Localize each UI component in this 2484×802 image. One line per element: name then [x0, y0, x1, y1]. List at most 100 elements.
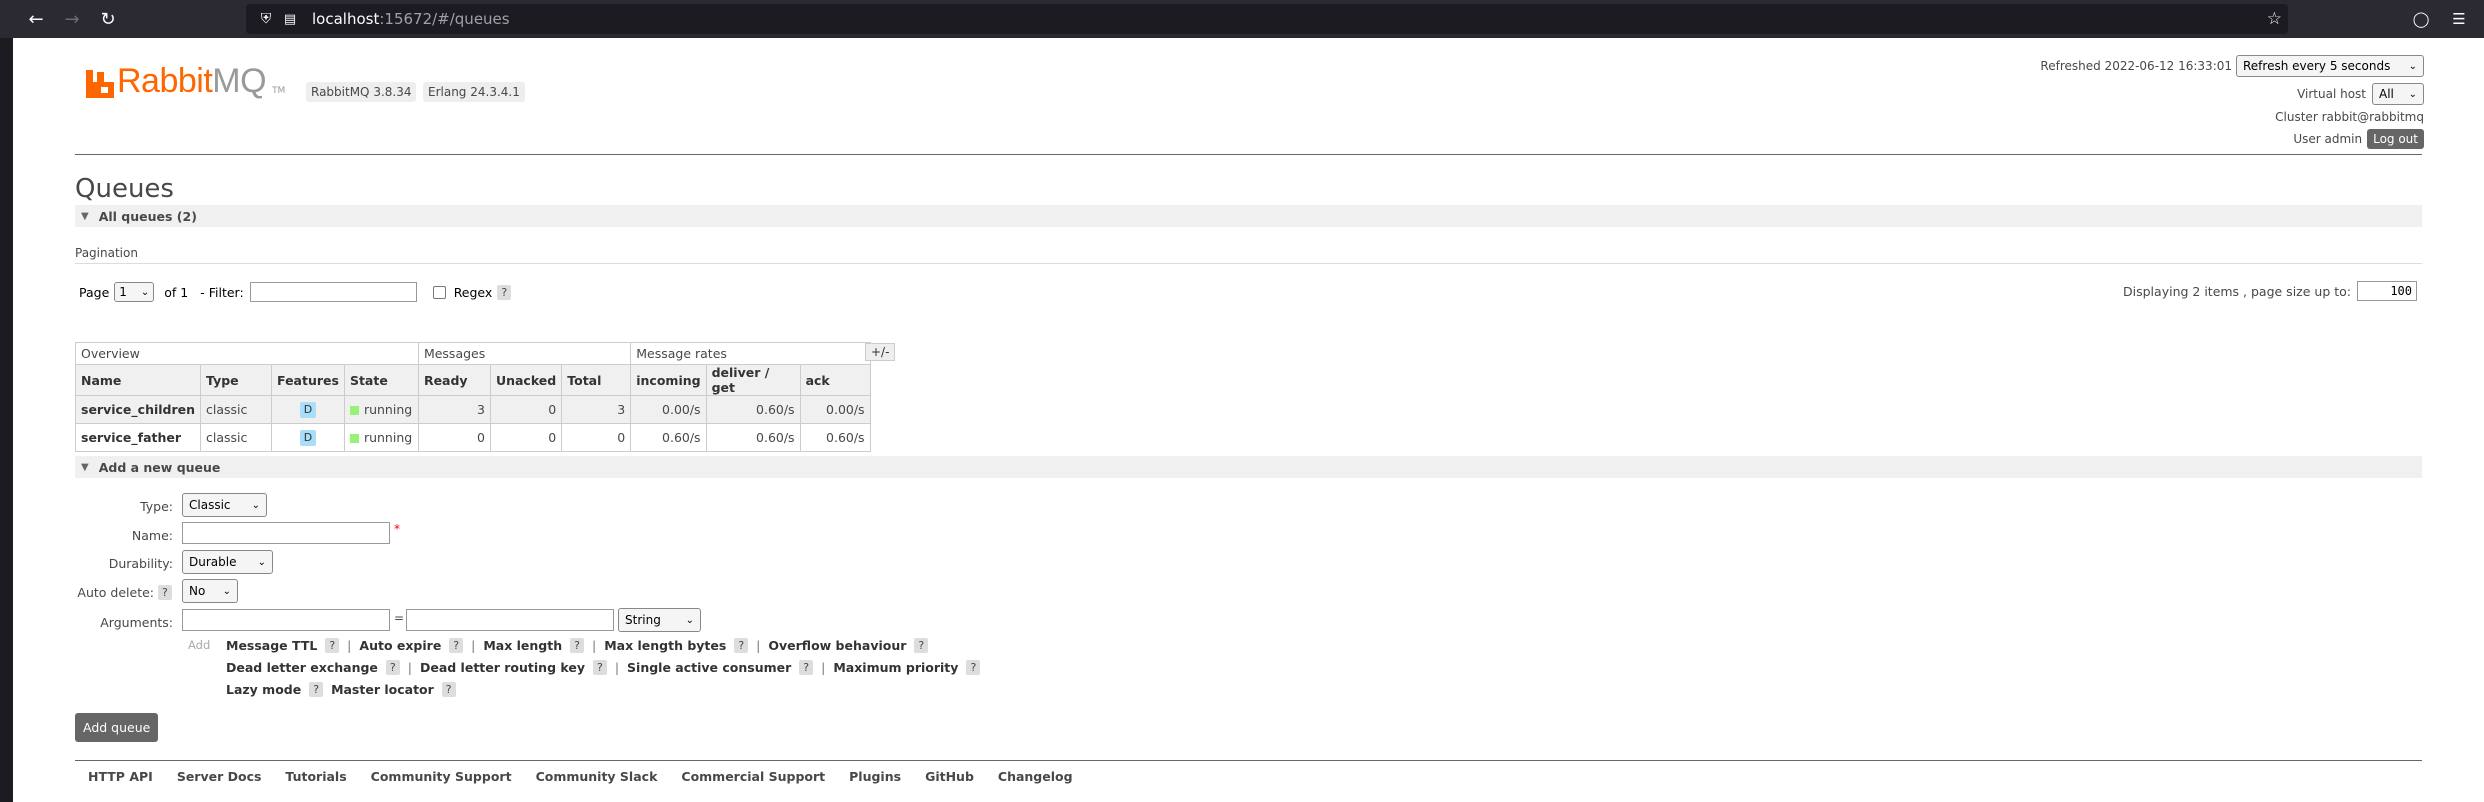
- arg-master-locator-link[interactable]: Master locator: [331, 682, 434, 697]
- footer-tutorials-link[interactable]: Tutorials: [285, 769, 346, 784]
- footer-github-link[interactable]: GitHub: [925, 769, 974, 784]
- col-ready[interactable]: Ready: [417, 364, 491, 396]
- refresh-interval-select[interactable]: Refresh every 5 seconds ⌄: [2236, 55, 2424, 77]
- rabbitmq-version-badge: RabbitMQ 3.8.34: [306, 82, 417, 102]
- footer-links: HTTP API Server Docs Tutorials Community…: [88, 769, 1097, 784]
- argument-type-select[interactable]: String ⌄: [618, 608, 701, 632]
- footer-changelog-link[interactable]: Changelog: [998, 769, 1073, 784]
- forward-icon[interactable]: →: [54, 1, 90, 37]
- col-deliver-get[interactable]: deliver / get: [705, 364, 801, 396]
- queue-type-select[interactable]: Classic ⌄: [182, 493, 267, 517]
- auto-delete-help-icon[interactable]: ?: [158, 585, 172, 600]
- deliver-get-rate: 0.60/s: [705, 423, 801, 452]
- queue-name-input[interactable]: [182, 522, 390, 544]
- col-ack[interactable]: ack: [799, 364, 871, 396]
- argument-key-input[interactable]: [182, 609, 390, 631]
- browser-toolbar: ← → ↻ ⛨ ▤ localhost:15672/#/queues ☆ ◯ ☰: [0, 0, 2484, 38]
- arg-maximum-priority-link[interactable]: Maximum priority: [833, 660, 958, 675]
- page-size-input[interactable]: 100: [2357, 281, 2417, 301]
- filter-label: - Filter:: [200, 284, 244, 300]
- queues-table: Overview Messages Message rates Name Typ…: [74, 342, 871, 452]
- arg-lazy-mode-link[interactable]: Lazy mode: [226, 682, 301, 697]
- state-running-indicator: [349, 406, 359, 415]
- add-queue-section-toggle[interactable]: ▼ Add a new queue: [75, 456, 2422, 478]
- logout-button[interactable]: Log out: [2367, 129, 2424, 149]
- footer-community-slack-link[interactable]: Community Slack: [536, 769, 658, 784]
- arg-overflow-behaviour-link[interactable]: Overflow behaviour: [768, 638, 906, 653]
- help-icon[interactable]: ?: [309, 682, 324, 697]
- help-icon[interactable]: ?: [449, 638, 464, 653]
- separator: |: [407, 660, 412, 675]
- queue-type: classic: [200, 395, 273, 424]
- auto-delete-select[interactable]: No ⌄: [182, 579, 238, 603]
- arg-auto-expire-link[interactable]: Auto expire: [359, 638, 441, 653]
- durability-select[interactable]: Durable ⌄: [182, 550, 273, 574]
- col-total[interactable]: Total: [561, 364, 632, 396]
- footer-community-support-link[interactable]: Community Support: [371, 769, 512, 784]
- regex-checkbox[interactable]: [432, 285, 446, 299]
- queue-name-link[interactable]: service_children: [74, 395, 202, 424]
- queue-state: running: [343, 395, 419, 424]
- footer-commercial-support-link[interactable]: Commercial Support: [681, 769, 825, 784]
- all-queues-section-toggle[interactable]: ▼ All queues (2): [75, 205, 2422, 227]
- col-features[interactable]: Features: [271, 364, 345, 396]
- table-row[interactable]: service_father classic D running 0 0 0 0…: [74, 423, 871, 452]
- url-host: localhost: [312, 10, 380, 28]
- queue-type-value: Classic: [189, 498, 231, 512]
- back-icon[interactable]: ←: [18, 1, 54, 37]
- col-incoming[interactable]: incoming: [630, 364, 707, 396]
- logo-mq-text: MQ: [212, 62, 267, 100]
- display-count-label: Displaying 2 items , page size up to:: [2123, 283, 2351, 299]
- regex-help-icon[interactable]: ?: [497, 284, 512, 300]
- arg-single-active-consumer-link[interactable]: Single active consumer: [627, 660, 791, 675]
- arg-dead-letter-routing-key-link[interactable]: Dead letter routing key: [420, 660, 585, 675]
- help-icon[interactable]: ?: [966, 660, 981, 675]
- col-unacked[interactable]: Unacked: [489, 364, 563, 396]
- page-icon[interactable]: ▤: [278, 12, 302, 27]
- help-icon[interactable]: ?: [592, 660, 607, 675]
- reload-icon[interactable]: ↻: [90, 1, 126, 37]
- ready-count: 0: [417, 423, 491, 452]
- separator: |: [591, 638, 597, 653]
- col-type[interactable]: Type: [200, 364, 273, 396]
- refresh-interval-value: Refresh every 5 seconds: [2243, 59, 2391, 73]
- auto-delete-label: Auto delete:: [77, 585, 154, 600]
- footer-http-api-link[interactable]: HTTP API: [88, 769, 153, 784]
- queue-features: D: [271, 423, 345, 452]
- filter-input[interactable]: [249, 282, 417, 302]
- footer-server-docs-link[interactable]: Server Docs: [177, 769, 262, 784]
- menu-icon[interactable]: ☰: [2440, 1, 2478, 37]
- help-icon[interactable]: ?: [914, 638, 929, 653]
- arg-max-length-bytes-link[interactable]: Max length bytes: [604, 638, 726, 653]
- url-text[interactable]: localhost:15672/#/queues: [312, 10, 510, 28]
- help-icon[interactable]: ?: [325, 638, 340, 653]
- erlang-version-badge: Erlang 24.3.4.1: [423, 82, 525, 102]
- argument-value-input[interactable]: [406, 609, 614, 631]
- help-icon[interactable]: ?: [441, 682, 456, 697]
- help-icon[interactable]: ?: [570, 638, 584, 653]
- help-icon[interactable]: ?: [734, 638, 749, 653]
- rabbitmq-logo[interactable]: RabbitMQ TM: [86, 64, 285, 98]
- arg-message-ttl-link[interactable]: Message TTL: [226, 638, 317, 653]
- help-icon[interactable]: ?: [385, 660, 400, 675]
- pagination-label: Pagination: [75, 246, 138, 260]
- bookmark-star-icon[interactable]: ☆: [2267, 9, 2282, 29]
- url-bar[interactable]: ⛨ ▤ localhost:15672/#/queues ☆: [246, 4, 2288, 34]
- pocket-icon[interactable]: ◯: [2402, 1, 2440, 37]
- incoming-rate: 0.60/s: [630, 423, 707, 452]
- url-path: :15672/#/queues: [379, 10, 510, 28]
- footer-plugins-link[interactable]: Plugins: [849, 769, 901, 784]
- shield-icon[interactable]: ⛨: [254, 11, 278, 27]
- col-name[interactable]: Name: [74, 364, 202, 396]
- arg-max-length-link[interactable]: Max length: [483, 638, 562, 653]
- add-queue-button[interactable]: Add queue: [75, 713, 159, 742]
- page-select[interactable]: 1 ⌄: [114, 282, 155, 302]
- help-icon[interactable]: ?: [799, 660, 814, 675]
- virtual-host-select[interactable]: All ⌄: [2372, 83, 2424, 105]
- arg-dead-letter-exchange-link[interactable]: Dead letter exchange: [226, 660, 378, 675]
- name-label: Name:: [131, 528, 173, 543]
- table-row[interactable]: service_children classic D running 3 0 3…: [74, 395, 871, 424]
- col-state[interactable]: State: [343, 364, 419, 396]
- queue-name-link[interactable]: service_father: [74, 423, 202, 452]
- column-toggle-button[interactable]: +/-: [865, 343, 896, 361]
